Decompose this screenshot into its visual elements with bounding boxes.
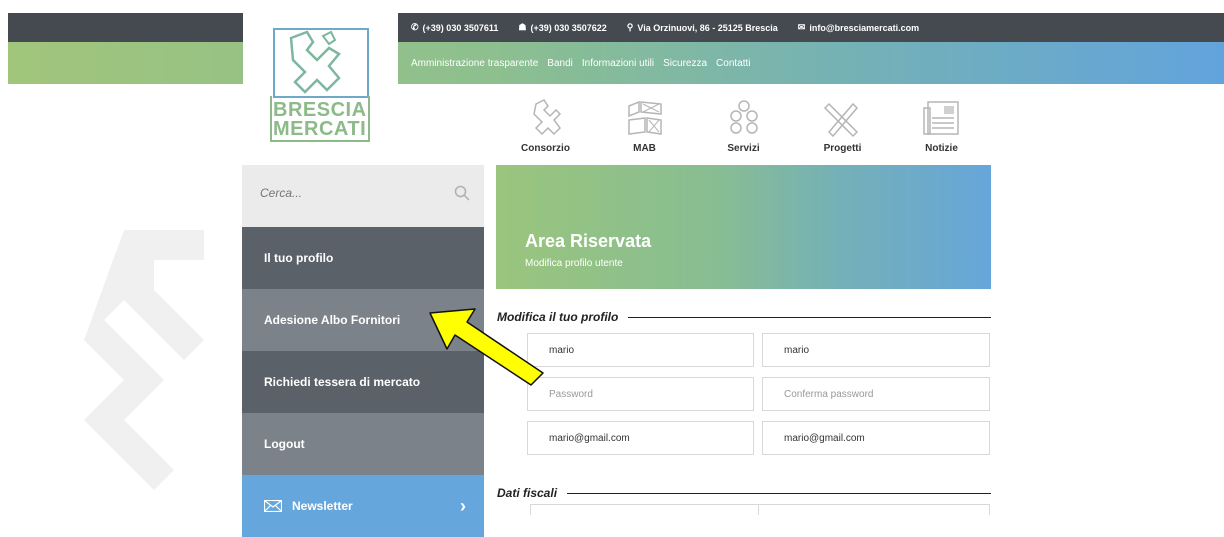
contact-email-text: info@bresciamercati.com xyxy=(809,22,920,33)
search-box xyxy=(242,165,484,227)
link-informazioni-utili[interactable]: Informazioni utili xyxy=(582,58,654,69)
top-links: Amministrazione trasparente Bandi Inform… xyxy=(411,42,760,84)
main-nav: Consorzio MAB Servizi Progetti Notizie xyxy=(496,98,991,160)
contact-phone-text: (+39) 030 3507611 xyxy=(422,22,499,33)
location-icon: ⚲ xyxy=(626,22,634,32)
link-sicurezza[interactable]: Sicurezza xyxy=(663,58,707,69)
page-title: Area Riservata xyxy=(525,231,652,251)
envelope-icon xyxy=(264,500,282,512)
lion-icon xyxy=(532,99,561,136)
nav-progetti-label: Progetti xyxy=(823,143,862,154)
confirm-password-field[interactable] xyxy=(762,377,990,411)
fax-icon: ☗ xyxy=(518,22,527,32)
contact-list: ✆ (+39) 030 3507611 ☗ (+39) 030 3507622 … xyxy=(411,13,939,42)
nav-servizi-label: Servizi xyxy=(727,143,760,154)
contact-fax-text: (+39) 030 3507622 xyxy=(530,22,607,33)
market-map-icon xyxy=(627,100,662,135)
section-title: Dati fiscali xyxy=(497,486,558,500)
section-modifica-profilo: Modifica il tuo profilo xyxy=(497,310,991,324)
last-name-field[interactable] xyxy=(762,333,990,367)
link-contatti[interactable]: Contatti xyxy=(716,58,750,69)
sidebar-newsletter[interactable]: Newsletter › xyxy=(242,475,484,537)
nav-mab[interactable]: MAB xyxy=(595,98,694,160)
sidebar-item-label: Richiedi tessera di mercato xyxy=(264,375,421,389)
contact-phone[interactable]: ✆ (+39) 030 3507611 xyxy=(411,22,498,33)
services-hexagons-icon xyxy=(729,100,758,134)
sidebar-item-profilo[interactable]: Il tuo profilo xyxy=(242,227,484,289)
newspaper-icon xyxy=(922,101,959,135)
fiscal-field-1[interactable] xyxy=(530,504,760,515)
logo-line-2: MERCATI xyxy=(273,118,367,140)
nav-notizie[interactable]: Notizie xyxy=(892,98,991,160)
first-name-field[interactable] xyxy=(527,333,754,367)
annotation-arrow-icon xyxy=(429,308,544,386)
lion-watermark-icon xyxy=(84,230,204,490)
pencil-ruler-icon xyxy=(823,102,858,138)
email-field[interactable] xyxy=(527,421,754,455)
search-icon[interactable] xyxy=(454,185,470,201)
password-field[interactable] xyxy=(527,377,754,411)
link-amministrazione-trasparente[interactable]: Amministrazione trasparente xyxy=(411,58,538,69)
sidebar-item-label: Il tuo profilo xyxy=(264,251,334,265)
nav-notizie-label: Notizie xyxy=(925,143,958,154)
sidebar-item-logout[interactable]: Logout xyxy=(242,413,484,475)
phone-icon: ✆ xyxy=(411,22,419,32)
page-subtitle: Modifica profilo utente xyxy=(525,258,623,269)
nav-consorzio-label: Consorzio xyxy=(521,143,570,154)
contact-address[interactable]: ⚲ Via Orzinuovi, 86 - 25125 Brescia xyxy=(627,22,778,33)
link-bandi[interactable]: Bandi xyxy=(547,58,573,69)
search-input[interactable] xyxy=(258,185,442,201)
section-divider xyxy=(567,492,991,494)
nav-mab-label: MAB xyxy=(633,143,656,154)
site-logo[interactable]: BRESCIA MERCATI xyxy=(243,13,398,163)
section-divider xyxy=(628,316,991,318)
nav-consorzio[interactable]: Consorzio xyxy=(496,98,595,160)
contact-email[interactable]: ✉ info@bresciamercati.com xyxy=(798,22,919,33)
contact-address-text: Via Orzinuovi, 86 - 25125 Brescia xyxy=(637,22,778,33)
hero-banner: Area Riservata Modifica profilo utente xyxy=(496,165,991,289)
section-dati-fiscali: Dati fiscali xyxy=(497,486,991,500)
chevron-right-icon: › xyxy=(460,495,466,516)
lion-logo-icon xyxy=(273,28,369,98)
fiscal-field-2[interactable] xyxy=(758,504,990,515)
confirm-email-field[interactable] xyxy=(762,421,990,455)
mail-icon: ✉ xyxy=(797,22,806,32)
sidebar-item-label: Logout xyxy=(264,437,305,451)
logo-text: BRESCIA MERCATI xyxy=(273,100,367,140)
nav-servizi[interactable]: Servizi xyxy=(694,98,793,160)
sidebar-item-label: Adesione Albo Fornitori xyxy=(264,313,401,327)
contact-fax[interactable]: ☗ (+39) 030 3507622 xyxy=(518,22,606,33)
nav-progetti[interactable]: Progetti xyxy=(793,98,892,160)
